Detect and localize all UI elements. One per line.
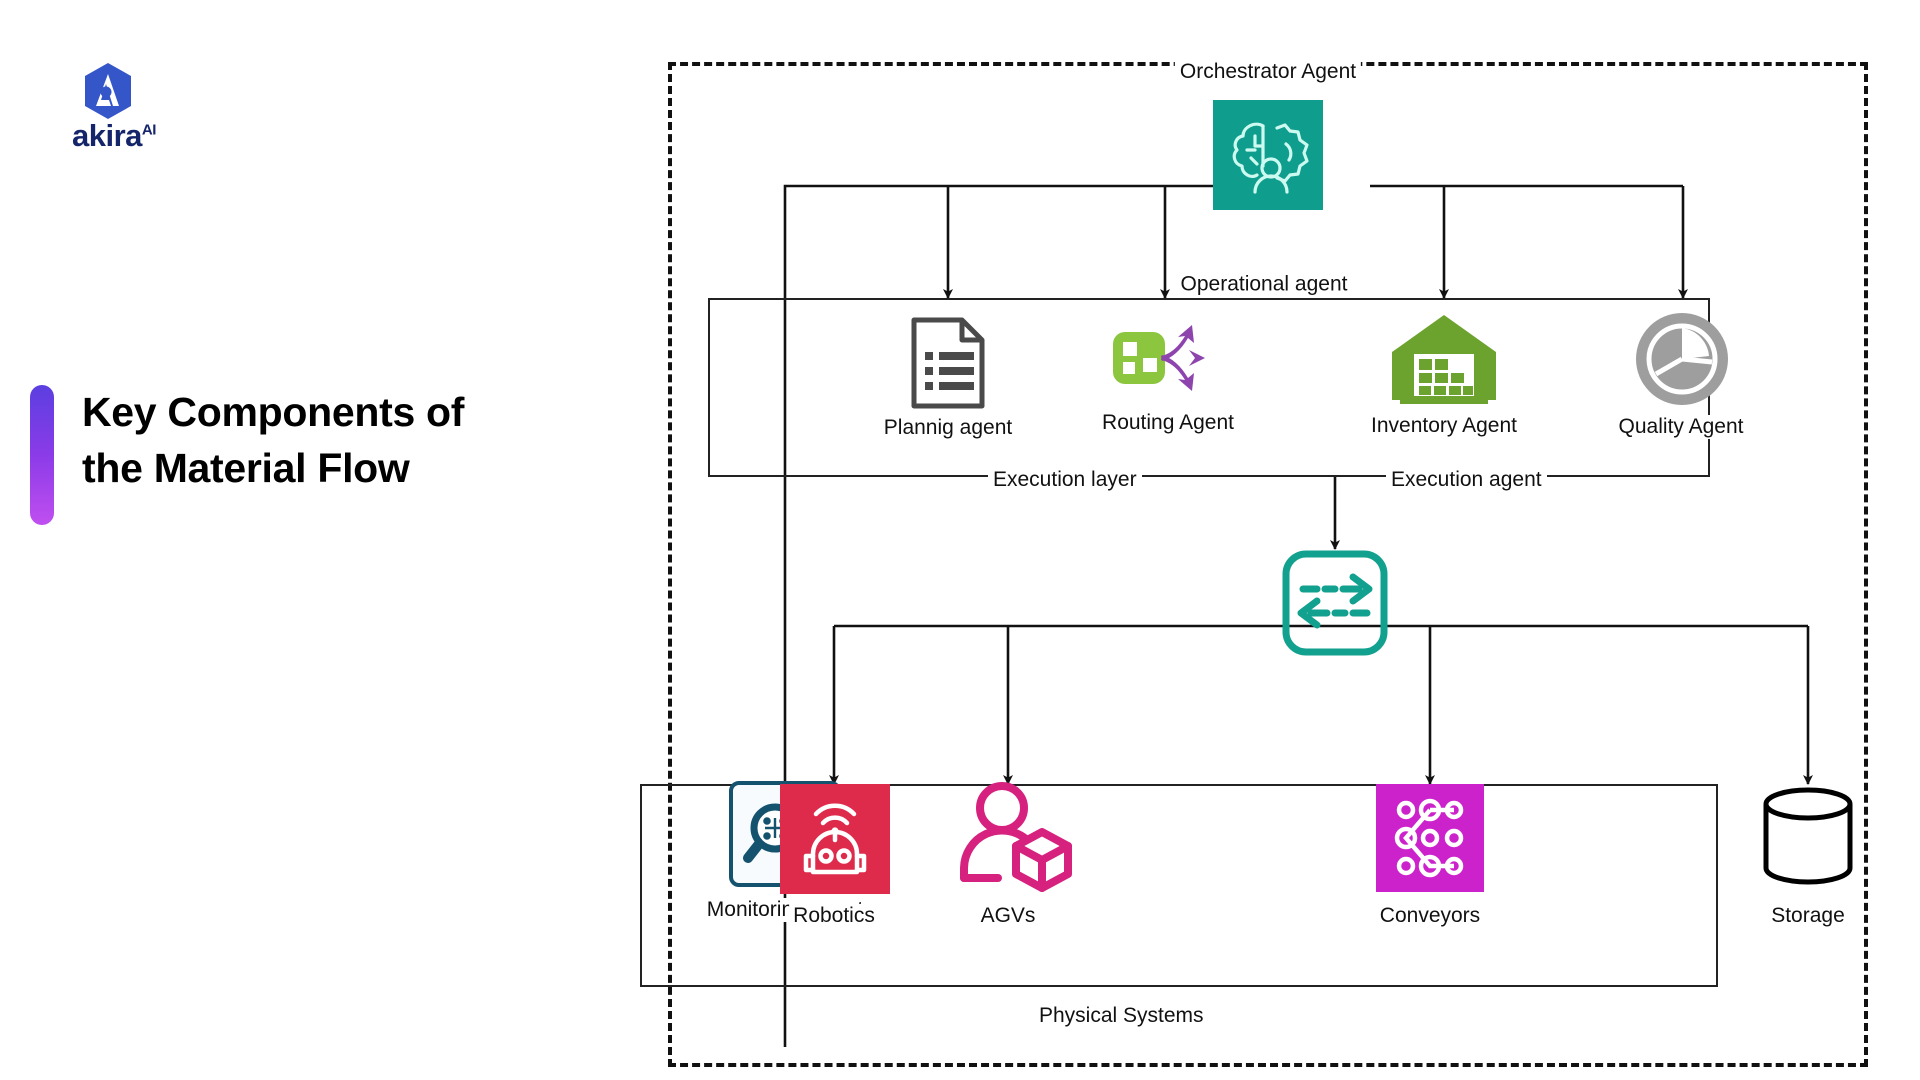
- conveyors-tile[interactable]: [1376, 784, 1484, 892]
- execution-agent-label: Execution agent: [1386, 468, 1547, 492]
- wordmark-text: akira: [72, 118, 142, 153]
- wordmark-superscript: AI: [141, 121, 157, 139]
- robotics-tile[interactable]: [780, 784, 890, 894]
- execution-layer-label: Execution layer: [988, 468, 1142, 492]
- agvs-label: AGVs: [976, 904, 1040, 928]
- orchestrator-agent-tile[interactable]: [1213, 100, 1323, 210]
- routing-arrows-icon: [1109, 312, 1219, 406]
- robot-icon: [792, 796, 878, 882]
- inventory-agent-label: Inventory Agent: [1367, 414, 1521, 438]
- brand-logo: akiraAI: [72, 62, 202, 172]
- page-title-line-2: the Material Flow: [82, 444, 410, 491]
- database-cylinder-icon[interactable]: [1758, 784, 1858, 888]
- robotics-label: Robotics: [789, 904, 879, 928]
- operational-agent-group-label: Operational agent: [1175, 272, 1353, 296]
- akira-hexagon-logo-icon: [82, 62, 134, 120]
- page-title: Key Components of the Material Flow: [30, 385, 630, 525]
- page-title-line-1: Key Components of: [82, 389, 465, 435]
- pie-chart-icon: [1630, 310, 1734, 408]
- network-nodes-icon: [1386, 794, 1474, 882]
- storage-label: Storage: [1767, 904, 1849, 928]
- conveyors-label: Conveyors: [1375, 904, 1485, 928]
- brand-wordmark: akiraAI: [72, 120, 156, 151]
- person-package-icon[interactable]: [956, 780, 1078, 896]
- title-lines: Key Components of the Material Flow: [82, 385, 464, 525]
- orchestrator-label: Orchestrator Agent: [1174, 60, 1362, 84]
- warehouse-grid-icon: [1388, 312, 1500, 408]
- brain-gear-person-icon: [1225, 112, 1311, 198]
- quality-agent-label: Quality Agent: [1614, 415, 1748, 439]
- planning-agent-label: Plannig agent: [879, 416, 1017, 440]
- physical-systems-caption: Physical Systems: [1034, 1004, 1209, 1028]
- exchange-arrows-icon[interactable]: [1281, 549, 1389, 657]
- routing-agent-label: Routing Agent: [1098, 411, 1238, 435]
- document-list-icon: [909, 316, 987, 410]
- title-accent-bar: [30, 385, 54, 525]
- material-flow-diagram: Orchestrator Agent Operational agent Pla…: [640, 60, 1868, 1067]
